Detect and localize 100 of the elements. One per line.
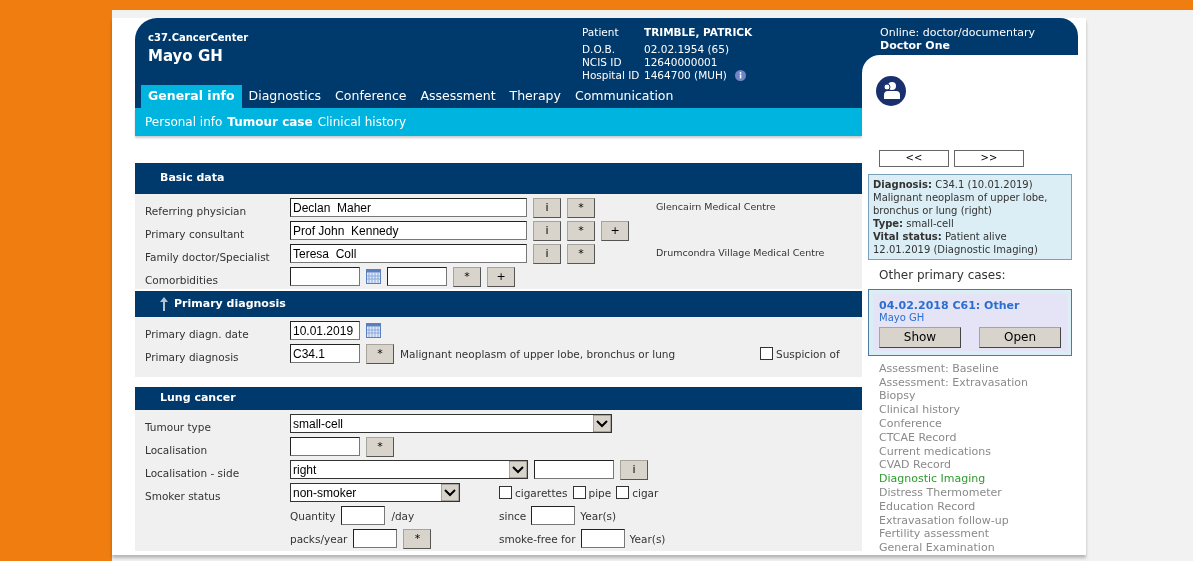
calendar-icon[interactable] bbox=[366, 269, 381, 284]
summary-line: Type: small-cell bbox=[873, 216, 955, 230]
action-button[interactable]: i bbox=[620, 459, 648, 480]
checkbox-label: pipe bbox=[588, 485, 612, 500]
record-link[interactable]: General Examination bbox=[879, 541, 1072, 555]
field-label: Localisation - side bbox=[145, 467, 240, 479]
input-field[interactable] bbox=[290, 267, 360, 286]
checkbox-label: cigarettes bbox=[515, 485, 568, 500]
info-icon[interactable] bbox=[734, 70, 746, 81]
other-cases-heading: Other primary cases: bbox=[879, 266, 1007, 284]
input-field[interactable] bbox=[387, 267, 447, 286]
chevron-down-icon bbox=[441, 484, 459, 501]
record-link[interactable]: Assessment: Extravasation bbox=[879, 375, 1072, 390]
nav-tab[interactable]: Diagnostics bbox=[241, 85, 329, 108]
checkbox[interactable] bbox=[572, 486, 586, 499]
action-button[interactable]: * bbox=[366, 436, 394, 457]
action-button[interactable]: * bbox=[366, 343, 394, 364]
record-link[interactable]: Conference bbox=[879, 417, 1072, 431]
action-button[interactable]: * bbox=[403, 528, 432, 549]
input-field[interactable]: 10.01.2019 bbox=[290, 321, 360, 340]
patient-field-label: D.O.B. bbox=[582, 43, 617, 56]
action-button[interactable]: i bbox=[533, 220, 561, 241]
case-button[interactable]: Show bbox=[879, 326, 961, 348]
record-link[interactable]: Biopsy bbox=[879, 389, 1072, 404]
record-link[interactable]: Current medications bbox=[879, 444, 1072, 459]
nav-tab[interactable]: Therapy bbox=[502, 85, 568, 108]
case-link[interactable]: 04.02.2018 C61: Other bbox=[879, 298, 1061, 312]
field-label: smoke-free for bbox=[499, 531, 576, 546]
field-label: Quantity bbox=[290, 508, 336, 523]
input-field[interactable] bbox=[580, 529, 625, 548]
patient-field-value: 1464700 (MUH) bbox=[644, 69, 727, 82]
section-title: Primary diagnosis bbox=[174, 295, 286, 312]
field-label: Year(s) bbox=[580, 508, 617, 523]
action-button[interactable]: i bbox=[533, 243, 561, 264]
checkbox[interactable] bbox=[616, 486, 630, 499]
centre-name: Glencairn Medical Centre bbox=[656, 200, 776, 215]
site-name: Mayo GH bbox=[148, 46, 224, 67]
record-link[interactable]: CTCAE Record bbox=[879, 430, 1072, 445]
record-link[interactable]: Distress Thermometer bbox=[879, 486, 1072, 500]
chevron-down-icon bbox=[593, 415, 611, 432]
checkbox[interactable] bbox=[760, 347, 773, 360]
action-button[interactable]: * bbox=[567, 197, 595, 218]
action-button[interactable]: * bbox=[567, 220, 595, 241]
summary-line: bronchus or lung (right) bbox=[873, 203, 993, 217]
case-button[interactable]: Open bbox=[979, 326, 1061, 348]
input-field[interactable] bbox=[353, 529, 398, 548]
dropdown[interactable]: right bbox=[290, 460, 528, 479]
input-field[interactable] bbox=[341, 506, 386, 525]
record-link[interactable]: CVAD Record bbox=[879, 458, 1072, 473]
action-button[interactable]: + bbox=[487, 266, 515, 287]
record-link[interactable]: Assessment: Baseline bbox=[879, 361, 1072, 376]
calendar-icon[interactable] bbox=[366, 323, 381, 338]
field-label: Year(s) bbox=[629, 531, 666, 546]
field-label: Referring physician bbox=[145, 205, 247, 217]
record-link[interactable]: Clinical history bbox=[879, 403, 1072, 418]
field-label: Primary diagn. date bbox=[145, 328, 249, 340]
field-label: Family doctor/Specialist bbox=[145, 251, 270, 263]
input-field[interactable]: C34.1 bbox=[290, 344, 360, 363]
nav-button[interactable]: >> bbox=[954, 149, 1024, 167]
patient-field-label: Hospital ID bbox=[582, 69, 641, 82]
nav-button[interactable]: << bbox=[879, 149, 949, 167]
record-link[interactable]: Extravasation follow-up bbox=[879, 513, 1072, 528]
patient-field-value: TRIMBLE, PATRICK bbox=[644, 26, 753, 39]
input-field[interactable] bbox=[290, 437, 360, 456]
record-link[interactable]: Education Record bbox=[879, 499, 1072, 514]
summary-line: Vital status: Patient alive bbox=[873, 229, 1008, 243]
dropdown[interactable]: small-cell bbox=[290, 414, 612, 433]
field-label: packs/year bbox=[290, 531, 348, 546]
field-label: /day bbox=[391, 508, 415, 523]
field-label: Primary diagnosis bbox=[145, 351, 239, 363]
checkbox-label: Suspicion of bbox=[776, 346, 840, 361]
action-button[interactable]: i bbox=[533, 197, 561, 218]
case-site: Mayo GH bbox=[879, 311, 926, 324]
user-name: Doctor One bbox=[880, 39, 951, 52]
nav-tab[interactable]: Assessment bbox=[413, 85, 503, 108]
input-field[interactable]: Declan Maher bbox=[290, 198, 527, 217]
patient-field-label: NCIS ID bbox=[582, 56, 623, 69]
user-avatar-icon[interactable] bbox=[876, 75, 906, 106]
action-button[interactable]: * bbox=[453, 266, 481, 287]
action-button[interactable]: * bbox=[567, 243, 595, 264]
organisation-name: c37.CancerCenter bbox=[148, 31, 250, 45]
record-link[interactable]: Fertility assessment bbox=[879, 527, 1072, 542]
field-label: Primary consultant bbox=[145, 228, 245, 240]
arrow-up-icon[interactable] bbox=[160, 297, 168, 311]
input-field[interactable]: Prof John Kennedy bbox=[290, 221, 527, 240]
summary-line: Diagnosis: C34.1 (10.01.2019) bbox=[873, 177, 1034, 191]
record-link[interactable]: Diagnostic Imaging bbox=[879, 472, 1072, 486]
section-title: Lung cancer bbox=[160, 390, 236, 407]
centre-name: Drumcondra Village Medical Centre bbox=[656, 246, 825, 261]
checkbox[interactable] bbox=[499, 486, 512, 499]
field-label: Tumour type bbox=[145, 421, 211, 433]
action-button[interactable]: + bbox=[601, 220, 629, 241]
input-field[interactable]: Teresa Coll bbox=[290, 244, 527, 263]
section-title: Basic data bbox=[160, 170, 225, 187]
nav-tab[interactable]: Conference bbox=[328, 85, 414, 108]
input-field[interactable] bbox=[531, 506, 576, 525]
nav-tab[interactable]: Communication bbox=[567, 85, 681, 108]
input-field[interactable] bbox=[534, 460, 614, 479]
field-label: Malignant neoplasm of upper lobe, bronchus or lung bbox=[400, 346, 676, 361]
dropdown[interactable]: non-smoker bbox=[290, 483, 460, 502]
